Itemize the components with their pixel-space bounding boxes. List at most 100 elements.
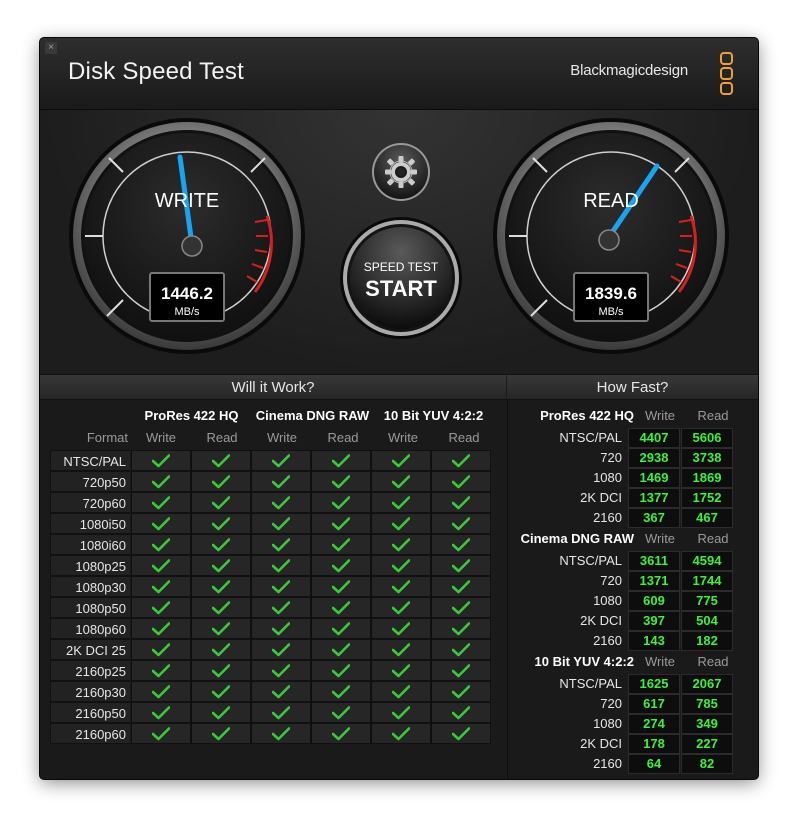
read-fps-value: 504: [681, 611, 733, 631]
how-fast-write-header: Write: [644, 654, 676, 669]
checkmark-icon: [272, 705, 290, 719]
write-fps-value: 1377: [628, 488, 680, 508]
compat-cell: [251, 618, 311, 639]
compat-cell: [191, 639, 251, 660]
compat-cell: [371, 576, 431, 597]
compat-cell: [251, 471, 311, 492]
compat-cell: [311, 555, 371, 576]
checkmark-icon: [392, 516, 410, 530]
read-fps-value: 467: [681, 508, 733, 528]
checkmark-icon: [332, 642, 350, 656]
format-label: 1080i50: [50, 513, 130, 534]
start-label-small: SPEED TEST: [363, 260, 439, 274]
close-button[interactable]: ×: [45, 42, 57, 54]
write-fps-value: 397: [628, 611, 680, 631]
how-fast-section-title: ProRes 422 HQ: [540, 408, 634, 423]
how-fast-row: 1080 609 775: [514, 591, 734, 611]
write-fps-value: 274: [628, 714, 680, 734]
checkmark-icon: [392, 726, 410, 740]
compat-cell: [191, 681, 251, 702]
cdng-write-header: Write: [266, 430, 298, 445]
checkmark-icon: [212, 705, 230, 719]
checkmark-icon: [452, 726, 470, 740]
checkmark-icon: [452, 495, 470, 509]
how-fast-row-label: 720: [600, 450, 622, 465]
how-fast-row: 2K DCI 397 504: [514, 611, 734, 631]
compat-cell: [431, 471, 491, 492]
compat-cell: [371, 471, 431, 492]
compat-cell: [191, 702, 251, 723]
compat-cell: [431, 513, 491, 534]
read-fps-value: 1869: [681, 468, 733, 488]
compat-cell: [251, 534, 311, 555]
write-gauge: WRITE 1446.2 MB/s: [67, 116, 307, 356]
format-row: NTSC/PAL: [50, 450, 491, 471]
compat-cell: [371, 534, 431, 555]
checkmark-icon: [452, 516, 470, 530]
compat-cell: [131, 555, 191, 576]
write-value-box: 1446.2 MB/s: [149, 272, 225, 322]
checkmark-icon: [332, 579, 350, 593]
how-fast-read-header: Read: [697, 654, 729, 669]
how-fast-row-label: 2K DCI: [580, 736, 622, 751]
checkmark-icon: [392, 705, 410, 719]
read-fps-value: 1744: [681, 571, 733, 591]
title-bar: × Disk Speed Test Blackmagicdesign: [40, 38, 758, 110]
codec-prores-header: ProRes 422 HQ: [144, 408, 239, 423]
write-fps-value: 1625: [628, 674, 680, 694]
checkmark-icon: [212, 495, 230, 509]
checkmark-icon: [332, 558, 350, 572]
checkmark-icon: [212, 621, 230, 635]
compat-cell: [191, 492, 251, 513]
cdng-read-header: Read: [327, 430, 359, 445]
checkmark-icon: [152, 495, 170, 509]
prores-read-header: Read: [206, 430, 238, 445]
compat-cell: [131, 723, 191, 744]
how-fast-row-label: 2K DCI: [580, 613, 622, 628]
checkmark-icon: [272, 726, 290, 740]
settings-button[interactable]: [371, 142, 431, 202]
how-fast-row: NTSC/PAL 3611 4594: [514, 551, 734, 571]
compat-cell: [371, 597, 431, 618]
codec-yuv-header: 10 Bit YUV 4:2:2: [383, 408, 484, 423]
compat-cell: [311, 660, 371, 681]
compatibility-grid: NTSC/PAL 720p50 720p60 1080i50 1080i60 1080p2…: [50, 450, 491, 744]
compat-cell: [131, 576, 191, 597]
how-fast-row-label: 1080: [593, 716, 622, 731]
checkmark-icon: [272, 495, 290, 509]
checkmark-icon: [452, 642, 470, 656]
compat-cell: [131, 660, 191, 681]
compat-cell: [191, 723, 251, 744]
start-button[interactable]: SPEED TEST START: [339, 216, 463, 340]
compat-cell: [371, 660, 431, 681]
how-fast-write-header: Write: [644, 531, 676, 546]
checkmark-icon: [452, 579, 470, 593]
compat-cell: [431, 492, 491, 513]
compat-cell: [191, 660, 251, 681]
checkmark-icon: [452, 453, 470, 467]
format-label: 1080p60: [50, 618, 130, 639]
compat-cell: [431, 660, 491, 681]
write-fps-value: 143: [628, 631, 680, 651]
checkmark-icon: [272, 474, 290, 488]
brand-name: Blackmagicdesign: [570, 62, 688, 79]
format-row: 1080p25: [50, 555, 491, 576]
compat-cell: [431, 618, 491, 639]
checkmark-icon: [212, 663, 230, 677]
compat-cell: [311, 723, 371, 744]
compat-cell: [251, 492, 311, 513]
checkmark-icon: [212, 684, 230, 698]
checkmark-icon: [152, 726, 170, 740]
checkmark-icon: [272, 663, 290, 677]
checkmark-icon: [452, 537, 470, 551]
compat-cell: [251, 597, 311, 618]
write-fps-value: 617: [628, 694, 680, 714]
format-row: 2160p25: [50, 660, 491, 681]
format-row: 2160p50: [50, 702, 491, 723]
checkmark-icon: [332, 684, 350, 698]
compat-cell: [311, 513, 371, 534]
write-fps-value: 178: [628, 734, 680, 754]
compat-cell: [311, 639, 371, 660]
read-fps-value: 5606: [681, 428, 733, 448]
how-fast-write-header: Write: [644, 408, 676, 423]
